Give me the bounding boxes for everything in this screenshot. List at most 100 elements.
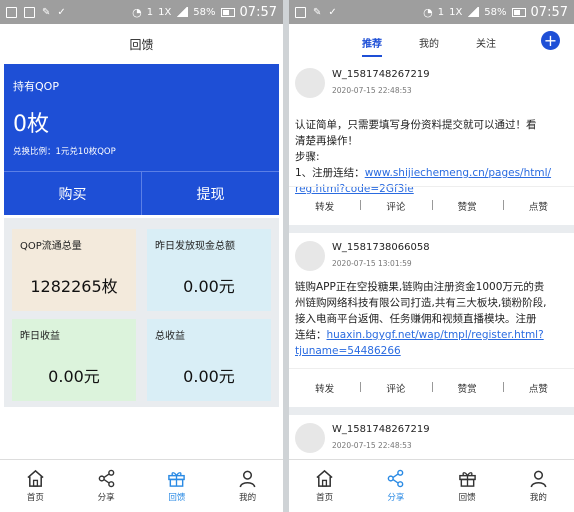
post-timestamp: 2020-07-15 13:01:59 [332,259,412,268]
buy-button[interactable]: 购买 [4,172,141,215]
post-link-prefix: 1、注册连结： [295,167,365,179]
gallery-icon [295,6,306,18]
balance-label: 持有QOP [13,80,59,93]
stat-label: 昨日收益 [20,331,60,342]
forward-button[interactable]: 转发 [289,381,360,395]
stat-label: 昨日发放现金总额 [155,241,235,252]
post-username[interactable]: W_1581748267219 [332,69,430,80]
signal-icon [467,7,480,17]
post-link[interactable]: www.shijiechemeng.cn/pages/html/ [365,167,551,179]
bottom-nav: 首页 分享 回馈 我的 [0,459,283,512]
nav-label: 回馈 [168,493,186,503]
stat-card-circulation: QOP流通总量 1282265枚 [12,229,136,311]
post-feed[interactable]: W_1581748267219 2020-07-15 22:48:53 认证简单… [289,60,574,460]
status-bar: ✎ ✓ ◔ 1 1X 58% 07:57 [289,0,574,24]
post-link-line: 1、注册连结：www.shijiechemeng.cn/pages/html/ [295,165,570,181]
post-text-line: 链购APP正在空投糖果,链购由注册资金1000万元的贵 [295,281,545,293]
post-link-prefix: 连结： [295,329,327,341]
exchange-rate: 兑换比例：1元兑10枚QOP [13,147,116,157]
page-title: 回馈 [129,37,154,52]
nav-home[interactable]: 首页 [0,460,71,512]
nav-label: 分享 [387,493,405,503]
post-card: W_1581748267219 2020-07-15 22:48:53 认证简单… [289,60,574,225]
left-screen: ✎ ✓ ◔ 1 1X 58% 07:57 回馈 持有QOP 0枚 兑换比例：1元… [0,0,283,512]
post-body: 链购APP正在空投糖果,链购由注册资金1000万元的贵 州链购网络科技有限公司打… [295,279,570,359]
network-type: 1X [158,6,172,18]
post-text-line: 州链购网络科技有限公司打造,共有三大板块,锁粉阶段, [295,297,547,309]
nav-me[interactable]: 我的 [503,460,574,512]
post-text-line: 接入电商平台返佣、任务赚佣和视频直播模块。注册 [295,313,537,325]
nav-feedback[interactable]: 回馈 [142,460,213,512]
avatar[interactable] [295,423,325,453]
like-button[interactable]: 点赞 [502,381,574,395]
brush-icon: ✎ [313,6,322,18]
battery-icon [220,7,235,17]
avatar[interactable] [295,68,325,98]
post-username[interactable]: W_1581748267219 [332,424,430,435]
like-button[interactable]: 点赞 [502,199,574,213]
balance-amount: 0枚 [13,112,49,137]
stat-card-total-earnings: 总收益 0.00元 [147,319,271,401]
post-actions: 转发 评论 赞赏 点赞 [289,186,574,225]
nav-me[interactable]: 我的 [212,460,283,512]
post-card: W_1581738066058 2020-07-15 13:01:59 链购AP… [289,233,574,407]
forward-button[interactable]: 转发 [289,199,360,213]
comment-button[interactable]: 评论 [360,199,431,213]
signal-icon [176,7,189,17]
home-icon [316,469,333,487]
nav-feedback[interactable]: 回馈 [432,460,503,512]
reward-button[interactable]: 赞赏 [431,381,503,395]
home-icon [27,469,44,487]
gift-icon [458,472,476,487]
clock: 07:57 [239,4,277,20]
nav-share[interactable]: 分享 [71,460,142,512]
post-text-line: 步骤: [295,151,320,163]
stat-value: 0.00元 [183,367,235,386]
share-icon [388,469,404,488]
gift-icon [168,472,186,487]
nav-label: 首页 [26,493,44,503]
post-timestamp: 2020-07-15 22:48:53 [332,441,412,450]
post-link[interactable]: huaxin.bgygf.net/wap/tmpl/register.html? [327,329,544,341]
balance-actions: 购买 提现 [4,171,279,215]
stat-value: 0.00元 [183,277,235,296]
withdraw-button[interactable]: 提现 [141,172,279,215]
battery-icon [511,7,526,17]
status-bar: ✎ ✓ ◔ 1 1X 58% 07:57 [0,0,283,24]
stats-grid: QOP流通总量 1282265枚 昨日发放现金总额 0.00元 昨日收益 0.0… [4,218,279,407]
reward-button[interactable]: 赞赏 [431,199,503,213]
nav-label: 回馈 [458,493,476,503]
share-icon [98,469,114,488]
tab-recommended[interactable]: 推荐 [362,24,382,60]
network-type: 1X [449,6,463,18]
person-icon [530,470,547,488]
clock: 07:57 [530,4,568,20]
feed-tabs: 推荐 我的 关注 + [289,24,574,60]
post-card: W_1581748267219 2020-07-15 22:48:53 [289,415,574,460]
stat-label: QOP流通总量 [20,241,82,252]
battery-percent: 58% [484,6,507,18]
post-username[interactable]: W_1581738066058 [332,242,430,253]
stat-label: 总收益 [155,331,185,342]
stat-card-yesterday-cash: 昨日发放现金总额 0.00元 [147,229,271,311]
gallery-icon [24,6,35,18]
stat-value: 0.00元 [48,367,100,386]
post-link[interactable]: tjuname=54486266 [295,345,401,357]
stat-value: 1282265枚 [30,277,118,296]
post-actions: 转发 评论 赞赏 点赞 [289,368,574,407]
comment-button[interactable]: 评论 [360,381,431,395]
post-link-line: 连结：huaxin.bgygf.net/wap/tmpl/register.ht… [295,327,570,343]
brush-icon: ✎ [42,6,51,18]
tab-following[interactable]: 关注 [476,24,496,60]
nav-home[interactable]: 首页 [289,460,360,512]
nav-label: 我的 [239,493,257,503]
sim-indicator: 1 [146,6,154,18]
avatar[interactable] [295,241,325,271]
wifi-icon: ◔ [423,5,433,19]
nav-share[interactable]: 分享 [360,460,431,512]
tab-mine[interactable]: 我的 [419,24,439,60]
notification-icon [6,6,17,18]
right-screen: ✎ ✓ ◔ 1 1X 58% 07:57 推荐 我的 关注 + W_158174… [289,0,574,512]
add-post-button[interactable]: + [541,31,560,50]
post-text-line: 清楚再操作！ [295,135,358,147]
